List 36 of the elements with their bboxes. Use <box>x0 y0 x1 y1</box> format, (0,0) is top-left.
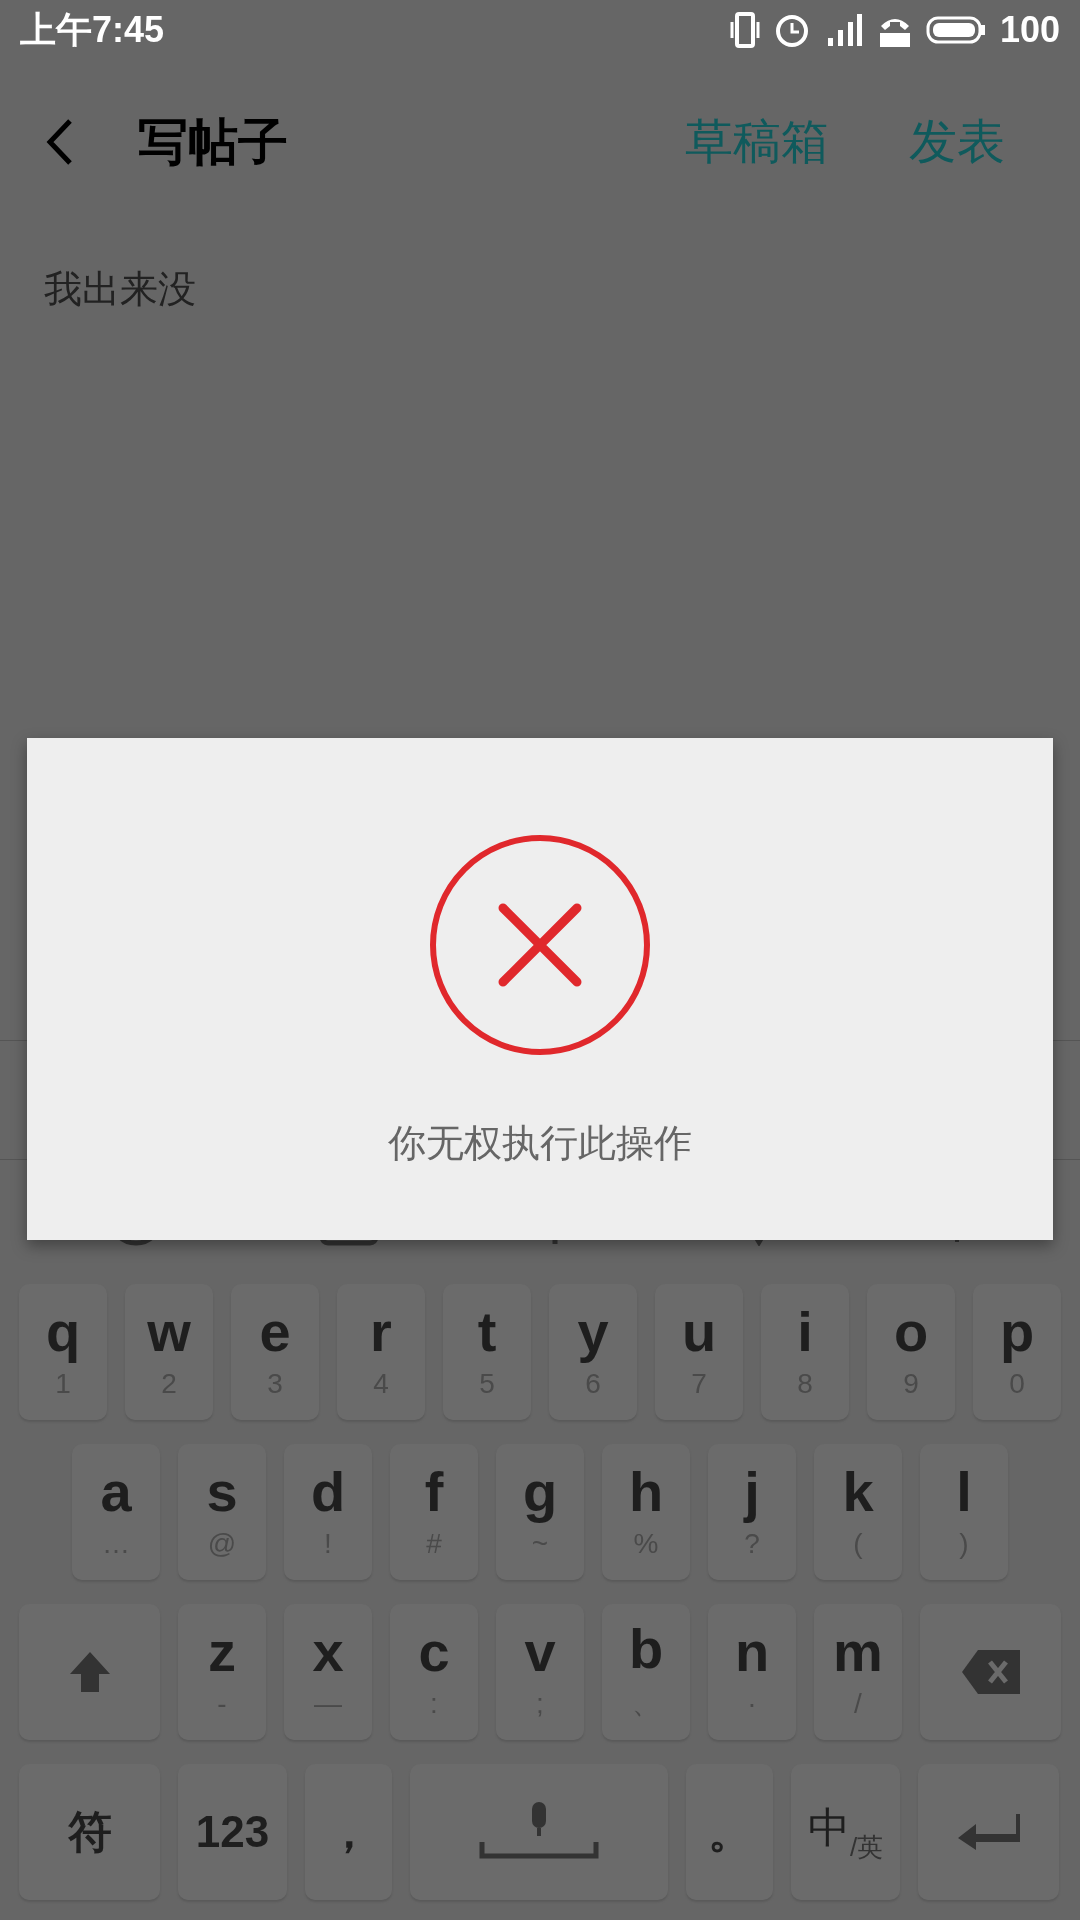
shift-key[interactable] <box>19 1604 160 1740</box>
vibrate-icon <box>729 12 760 48</box>
keyboard-key[interactable]: b 、 <box>602 1604 690 1740</box>
enter-icon <box>957 1814 1020 1850</box>
enter-key[interactable] <box>918 1764 1059 1900</box>
keyboard-key[interactable]: g ~ <box>496 1444 584 1580</box>
keyboard-key[interactable]: c : <box>390 1604 478 1740</box>
status-time: 上午7:45 <box>20 7 165 52</box>
keyboard-key[interactable]: 符 <box>19 1764 160 1900</box>
keyboard-key[interactable]: l ) <box>920 1444 1008 1580</box>
shift-icon <box>67 1650 112 1694</box>
page-title: 写帖子 <box>138 111 289 173</box>
battery-icon <box>925 15 986 45</box>
backspace-icon <box>961 1650 1020 1694</box>
space-key[interactable] <box>410 1764 668 1900</box>
backspace-key[interactable] <box>920 1604 1061 1740</box>
keyboard-key[interactable]: 。 <box>686 1764 773 1900</box>
keyboard-key[interactable]: x — <box>284 1604 372 1740</box>
keyboard-key[interactable]: n · <box>708 1604 796 1740</box>
keyboard-key[interactable]: z - <box>178 1604 266 1740</box>
error-x-circle-icon <box>429 834 651 1056</box>
keyboard-key[interactable]: 123 <box>178 1764 287 1900</box>
keyboard-key[interactable]: m / <box>814 1604 902 1740</box>
keyboard-key[interactable]: s @ <box>178 1444 266 1580</box>
error-message: 你无权执行此操作 <box>388 1120 692 1167</box>
space-mic-icon <box>479 1802 599 1862</box>
keyboard-key[interactable]: v ; <box>496 1604 584 1740</box>
keyboard-key[interactable]: a … <box>72 1444 160 1580</box>
keyboard-key[interactable]: f # <box>390 1444 478 1580</box>
keyboard-key[interactable]: j ? <box>708 1444 796 1580</box>
alarm-icon <box>773 12 810 48</box>
keyboard-key[interactable]: ， <box>305 1764 392 1900</box>
keyboard-key[interactable]: k ( <box>814 1444 902 1580</box>
battery-level: 100 <box>999 9 1060 51</box>
keyboard-key[interactable]: h % <box>602 1444 690 1580</box>
keyboard-key[interactable]: d ! <box>284 1444 372 1580</box>
